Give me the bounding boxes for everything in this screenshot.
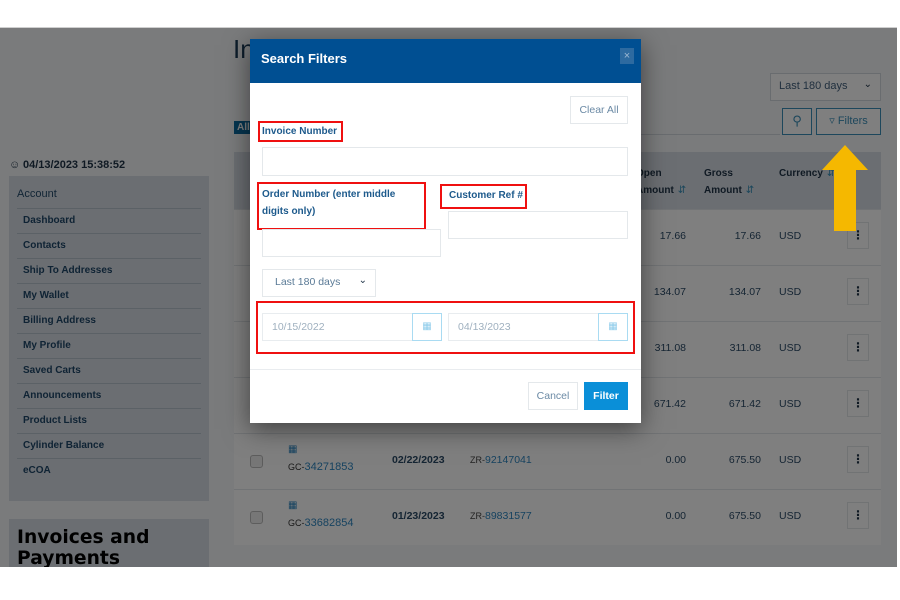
customer-ref-label: Customer Ref # — [449, 190, 523, 201]
search-filters-modal: Search Filters × Clear All Invoice Numbe… — [250, 39, 641, 423]
modal-title: Search Filters — [261, 51, 347, 66]
modal-date-range-select[interactable]: Last 180 days ⌄ — [262, 269, 376, 297]
cancel-button[interactable]: Cancel — [528, 382, 578, 410]
order-number-label: Order Number (enter middle digits only) — [262, 189, 396, 217]
end-date-input[interactable]: 04/13/2023 — [448, 313, 600, 341]
modal-header: Search Filters × — [250, 39, 641, 83]
filter-button[interactable]: Filter — [584, 382, 628, 410]
close-icon: × — [623, 50, 631, 62]
end-date-calendar-button[interactable]: ▦ — [598, 313, 628, 341]
calendar-icon: ▦ — [422, 321, 432, 332]
close-button[interactable]: × — [620, 48, 634, 64]
order-number-input[interactable] — [262, 229, 441, 257]
invoice-number-input[interactable] — [262, 147, 628, 176]
start-date-input[interactable]: 10/15/2022 — [262, 313, 414, 341]
app-frame: Invoices ☺04/13/2023 15:38:52 Account Da… — [0, 27, 897, 567]
modal-date-range-value: Last 180 days — [275, 276, 341, 288]
start-date-calendar-button[interactable]: ▦ — [412, 313, 442, 341]
calendar-icon: ▦ — [608, 321, 618, 332]
customer-ref-input[interactable] — [448, 211, 628, 239]
invoice-number-label: Invoice Number — [262, 126, 338, 137]
arrow-shape — [822, 145, 868, 231]
chevron-down-icon: ⌄ — [358, 275, 367, 286]
clear-all-button[interactable]: Clear All — [570, 96, 628, 124]
modal-footer-divider — [250, 369, 641, 370]
annotation-arrow-up-icon — [822, 145, 868, 231]
